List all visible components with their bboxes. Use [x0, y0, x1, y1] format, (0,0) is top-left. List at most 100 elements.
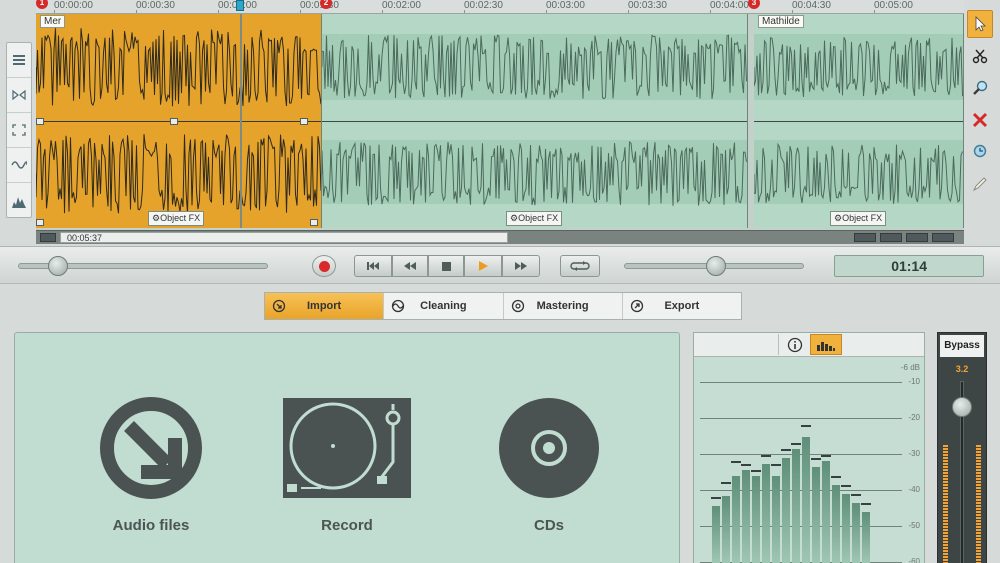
- meter-peak: [741, 464, 751, 466]
- scroll-forward-button[interactable]: [932, 233, 954, 242]
- position-slider-knob[interactable]: [48, 256, 68, 276]
- spectrum-view-button[interactable]: [810, 334, 842, 355]
- zoom-out-button[interactable]: [854, 233, 876, 242]
- import-panel: Audio files Record CDs: [14, 332, 680, 563]
- playhead-marker[interactable]: [236, 0, 244, 11]
- scroll-back-button[interactable]: [880, 233, 902, 242]
- stereo-icon[interactable]: [7, 78, 31, 113]
- play-button[interactable]: [464, 255, 502, 277]
- track-area[interactable]: Mer ⚙Object FX ⚙Object FX Mathilde ⚙Obje…: [36, 14, 964, 230]
- timeline-ruler[interactable]: 00:00:0000:00:3000:01:0000:01:3000:02:00…: [36, 0, 964, 14]
- record-button[interactable]: [312, 255, 336, 277]
- clip-label: Mathilde: [758, 15, 804, 28]
- bypass-panel: Bypass 3.2: [937, 332, 987, 563]
- delete-icon[interactable]: [967, 106, 993, 134]
- meter-peak: [761, 455, 771, 457]
- level-meter-panel: -6 dB -10 -20 -30 -40 -50 -60: [693, 332, 925, 563]
- meter-peak: [791, 443, 801, 445]
- meter-bar: [852, 503, 860, 563]
- clip-handle[interactable]: [310, 219, 318, 226]
- option-label: Audio files: [112, 517, 190, 534]
- scroll-left-button[interactable]: [40, 233, 56, 242]
- audio-clip[interactable]: ⚙Object FX: [322, 14, 748, 228]
- bypass-meter-right: [976, 445, 981, 563]
- meter-bar: [832, 485, 840, 563]
- audio-files-option[interactable]: Audio files: [81, 389, 221, 534]
- timeline-scrollbar[interactable]: 00:05:37: [36, 230, 964, 244]
- rewind-icon: [404, 262, 416, 270]
- audio-clip-mer[interactable]: Mer ⚙Object FX: [36, 14, 322, 228]
- clip-handle[interactable]: [170, 118, 178, 125]
- magnify-icon[interactable]: [967, 138, 993, 166]
- tab-cleaning[interactable]: Cleaning: [384, 293, 504, 319]
- scroll-thumb[interactable]: 00:05:37: [60, 232, 508, 243]
- meter-bar: [812, 467, 820, 563]
- bypass-value: 3.2: [955, 364, 969, 374]
- stop-button[interactable]: [428, 255, 464, 277]
- pointer-icon[interactable]: [967, 10, 993, 38]
- waveform-icon[interactable]: [7, 148, 31, 183]
- loop-icon: [570, 261, 590, 271]
- meter-peak: [801, 425, 811, 427]
- skip-back-button[interactable]: [354, 255, 392, 277]
- bypass-button[interactable]: Bypass: [940, 335, 984, 357]
- meter-bar: [742, 470, 750, 563]
- meter-bar: [822, 461, 830, 563]
- tab-label: Cleaning: [420, 300, 467, 312]
- channel-divider: [754, 121, 963, 122]
- tab-import[interactable]: Import: [265, 293, 385, 319]
- audio-files-icon: [100, 397, 202, 499]
- tab-export[interactable]: Export: [623, 293, 741, 319]
- zoom-button[interactable]: [906, 233, 928, 242]
- db-scale-label: -60: [908, 557, 920, 563]
- db-gridline: [700, 454, 902, 455]
- audio-clip-mathilde[interactable]: Mathilde ⚙Object FX: [754, 14, 964, 228]
- cds-option[interactable]: CDs: [479, 389, 619, 534]
- db-scale-label: -20: [908, 413, 920, 422]
- play-icon: [479, 261, 488, 271]
- meter-bar: [782, 458, 790, 563]
- object-fx-label: Object FX: [518, 213, 559, 223]
- db-gridline: [700, 418, 902, 419]
- loop-button[interactable]: [560, 255, 600, 277]
- fast-forward-button[interactable]: [502, 255, 540, 277]
- ruler-tick: 00:02:30: [464, 0, 503, 13]
- tab-mastering[interactable]: Mastering: [504, 293, 623, 319]
- option-label: CDs: [533, 517, 564, 534]
- spectrum-icon[interactable]: [7, 183, 31, 218]
- cd-icon: [499, 398, 599, 498]
- timeline-marker[interactable]: 3: [748, 0, 760, 9]
- tracks-icon[interactable]: [7, 43, 31, 78]
- db-scale-label: -50: [908, 521, 920, 530]
- rewind-button[interactable]: [392, 255, 428, 277]
- channel-divider: [322, 121, 747, 122]
- bypass-slider-knob[interactable]: [952, 397, 972, 418]
- clip-label: Mer: [40, 15, 66, 28]
- pencil-icon[interactable]: [967, 170, 993, 198]
- ruler-tick: 00:02:00: [382, 0, 421, 13]
- info-icon: [787, 337, 802, 352]
- timeline-marker[interactable]: 1: [36, 0, 48, 9]
- meter-peak: [831, 476, 841, 478]
- scissors-icon[interactable]: [967, 42, 993, 70]
- fast-forward-icon: [515, 262, 527, 270]
- bars-icon: [817, 341, 835, 351]
- clip-handle[interactable]: [300, 118, 308, 125]
- zoom-icon[interactable]: [967, 74, 993, 102]
- object-fx-label: Object FX: [160, 213, 201, 223]
- record-icon: [318, 260, 330, 272]
- clip-handle[interactable]: [36, 219, 44, 226]
- volume-slider-knob[interactable]: [705, 256, 726, 276]
- tab-label: Export: [664, 300, 700, 312]
- object-fx-button[interactable]: ⚙Object FX: [506, 211, 563, 226]
- object-fx-button[interactable]: ⚙Object FX: [148, 211, 205, 226]
- meter-bar: [842, 494, 850, 563]
- object-fx-button[interactable]: ⚙Object FX: [830, 211, 887, 226]
- meter-peak: [721, 482, 731, 484]
- region-icon[interactable]: [7, 113, 31, 148]
- db-gridline: [700, 526, 902, 527]
- info-button[interactable]: [778, 334, 810, 355]
- db-gridline: [700, 382, 902, 383]
- record-option[interactable]: Record: [277, 389, 417, 534]
- clip-handle[interactable]: [36, 118, 44, 125]
